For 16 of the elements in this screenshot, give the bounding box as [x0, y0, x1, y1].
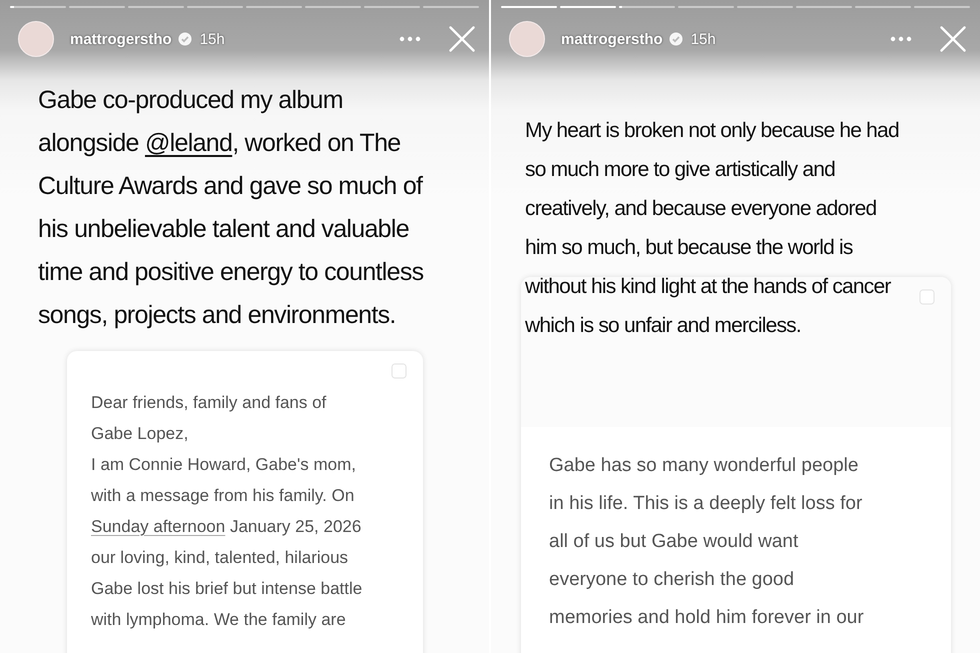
close-icon[interactable]: [940, 26, 966, 52]
message-text: Dear friends, family and fans of Gabe Lopez, I am Connie Howard, Gabe's mom, with a message from his family. On Sunday afternoon January 25, 2026 our loving, kind, talented, hilarious Gabe lost his brief but intense battle with lymphoma. We the family are: [91, 392, 364, 631]
post-time: 15h: [690, 30, 716, 48]
mention-link[interactable]: @leland: [144, 129, 232, 157]
more-icon[interactable]: [890, 36, 912, 42]
square-icon: [919, 289, 935, 305]
story-caption: My heart is broken not only because he had so much more to give artistically and creatively, and because everyone adored him so much, but because the world is without his kind light at the hands of cancer which is so unfair and merciless.: [525, 118, 899, 339]
story-caption: Gabe co-produced my album alongside @leland, worked on The Culture Awards and gave so much of his unbelievable talent and valuable time and positive energy to countless songs, projects and environments.: [37, 85, 424, 331]
message-text: Gabe has so many wonderful people in his life. This is a deeply felt loss for all of us but Gabe would want everyone to cherish the good memories and hold him forever in our: [549, 454, 865, 630]
more-icon[interactable]: [399, 36, 421, 42]
post-time: 15h: [200, 30, 225, 48]
text-link[interactable]: Sunday afternoon: [91, 517, 226, 536]
avatar[interactable]: [509, 21, 545, 57]
close-icon[interactable]: [449, 26, 475, 52]
square-icon: [391, 363, 407, 379]
avatar[interactable]: [18, 21, 54, 57]
